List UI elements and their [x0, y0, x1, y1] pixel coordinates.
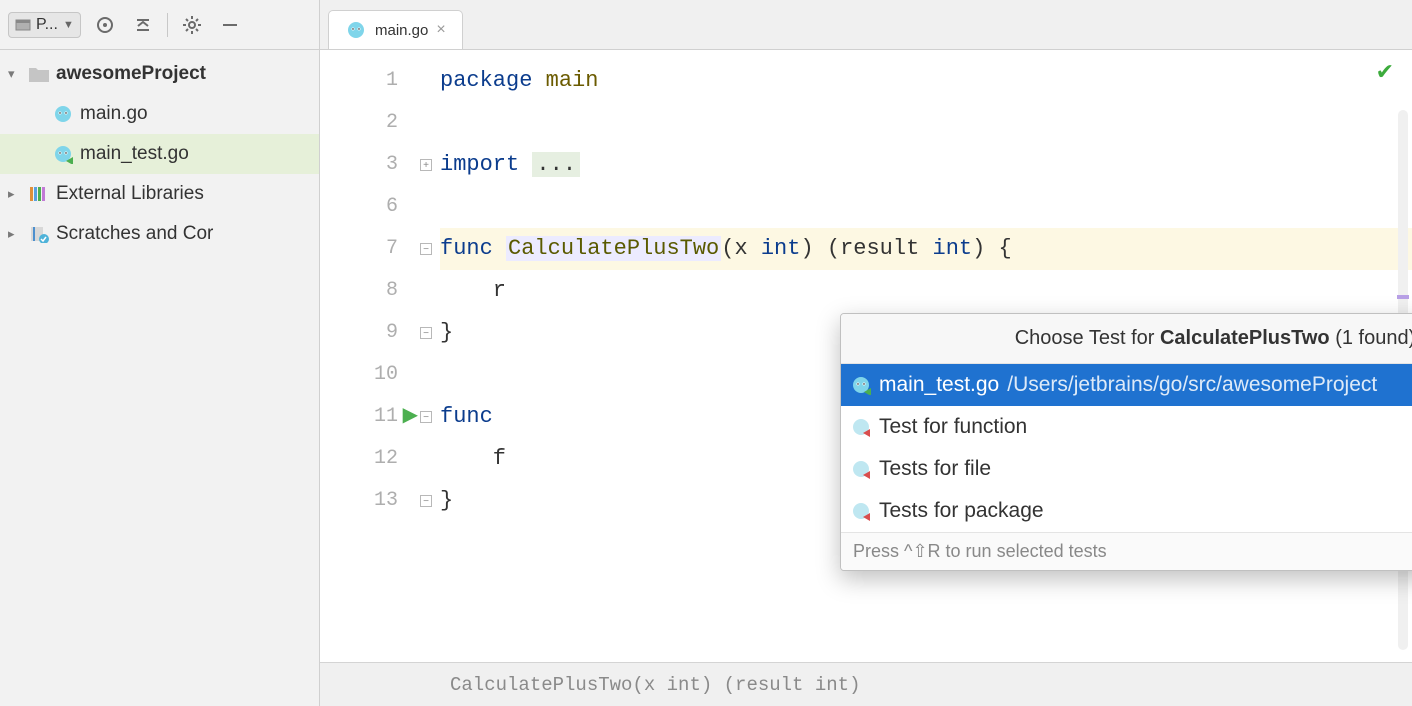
popup-item-path: /Users/jetbrains/go/src/awesomeProject	[1007, 373, 1377, 397]
go-test-icon	[851, 501, 871, 521]
go-file-icon	[52, 103, 74, 125]
go-test-icon	[851, 459, 871, 479]
run-icon[interactable]: ▶	[403, 396, 418, 438]
project-icon	[15, 17, 31, 33]
tree-file-label: main_test.go	[80, 143, 189, 165]
tree-label: Scratches and Cor	[56, 223, 213, 245]
fold-column: + − − − −	[420, 50, 440, 662]
popup-hint: Press ^⇧R to run selected tests	[841, 532, 1412, 570]
popup-item[interactable]: Tests for package	[841, 490, 1412, 532]
popup-title-prefix: Choose Test for	[1015, 327, 1160, 349]
gutter-line[interactable]: 2	[320, 102, 420, 144]
code-line	[440, 102, 1412, 144]
code-line	[440, 186, 1412, 228]
gear-icon	[182, 15, 202, 35]
popup-item-label: main_test.go	[879, 373, 999, 397]
close-icon[interactable]: ×	[436, 21, 445, 39]
target-icon	[95, 15, 115, 35]
gutter-line[interactable]: 9	[320, 312, 420, 354]
go-test-icon	[851, 417, 871, 437]
go-test-icon	[851, 375, 871, 395]
choose-test-popup: Choose Test for CalculatePlusTwo (1 foun…	[840, 313, 1412, 571]
analysis-ok-icon[interactable]: ✔	[1376, 60, 1394, 86]
code-line: r	[440, 270, 1412, 312]
tree-root[interactable]: ▾ awesomeProject	[0, 54, 319, 94]
tab-label: main.go	[375, 22, 428, 39]
gutter-line[interactable]: 10	[320, 354, 420, 396]
code-line: package main	[440, 60, 1412, 102]
project-view-select[interactable]: P... ▼	[8, 12, 81, 38]
popup-title-strong: CalculatePlusTwo	[1160, 327, 1330, 349]
ide-root: P... ▼ ▾ awesomeProject	[0, 0, 1412, 706]
editor-area: main.go × 1 2 3 6 7 8 9 10 11 ▶ 12 13	[320, 0, 1412, 706]
code-line: import ...	[440, 144, 1412, 186]
scratches-icon	[28, 223, 50, 245]
chevron-right-icon: ▸	[8, 226, 22, 242]
minimize-icon	[221, 16, 239, 34]
settings-button[interactable]	[178, 11, 206, 39]
fold-collapse-icon[interactable]: −	[420, 327, 432, 339]
chevron-right-icon: ▸	[8, 186, 22, 202]
project-select-label: P...	[36, 16, 58, 34]
fold-collapse-icon[interactable]: −	[420, 495, 432, 507]
popup-title-suffix: (1 found)	[1330, 327, 1412, 349]
breadcrumb-bar: CalculatePlusTwo(x int) (result int)	[320, 662, 1412, 706]
popup-item[interactable]: Tests for file	[841, 448, 1412, 490]
fold-collapse-icon[interactable]: −	[420, 411, 432, 423]
gutter-line[interactable]: 8	[320, 270, 420, 312]
tree-file-selected[interactable]: main_test.go	[0, 134, 319, 174]
popup-item-label: Test for function	[879, 415, 1027, 439]
tree-root-label: awesomeProject	[56, 63, 206, 85]
code-line: func CalculatePlusTwo(x int) (result int…	[440, 228, 1412, 270]
popup-item[interactable]: Test for function	[841, 406, 1412, 448]
popup-title: Choose Test for CalculatePlusTwo (1 foun…	[841, 314, 1412, 364]
collapse-all-button[interactable]	[129, 11, 157, 39]
tree-label: External Libraries	[56, 183, 204, 205]
tree-file-label: main.go	[80, 103, 148, 125]
library-icon	[28, 183, 50, 205]
collapse-icon	[134, 16, 152, 34]
tab-main-go[interactable]: main.go ×	[328, 10, 463, 49]
fold-collapse-icon[interactable]: −	[420, 243, 432, 255]
locate-button[interactable]	[91, 11, 119, 39]
fold-expand-icon[interactable]: +	[420, 159, 432, 171]
tree-external-libraries[interactable]: ▸ External Libraries	[0, 174, 319, 214]
chevron-down-icon: ▾	[8, 66, 22, 82]
sidebar-toolbar: P... ▼	[0, 0, 319, 50]
gutter-line[interactable]: 6	[320, 186, 420, 228]
go-test-file-icon	[52, 143, 74, 165]
scrollbar-marker	[1397, 295, 1409, 299]
popup-item-label: Tests for package	[879, 499, 1044, 523]
popup-item-selected[interactable]: main_test.go /Users/jetbrains/go/src/awe…	[841, 364, 1412, 406]
folder-icon	[28, 63, 50, 85]
gutter-line[interactable]: 1	[320, 60, 420, 102]
popup-item-label: Tests for file	[879, 457, 991, 481]
editor-tabs: main.go ×	[320, 0, 1412, 50]
project-tree: ▾ awesomeProject main.go main_test.go ▸	[0, 50, 319, 254]
gutter-line[interactable]: 13	[320, 480, 420, 522]
separator	[167, 13, 168, 37]
gutter-line[interactable]: 12	[320, 438, 420, 480]
gutter-line[interactable]: 7	[320, 228, 420, 270]
breadcrumb[interactable]: CalculatePlusTwo(x int) (result int)	[450, 674, 860, 696]
project-sidebar: P... ▼ ▾ awesomeProject	[0, 0, 320, 706]
chevron-down-icon: ▼	[63, 19, 74, 31]
tree-file[interactable]: main.go	[0, 94, 319, 134]
gutter-line[interactable]: 3	[320, 144, 420, 186]
hide-sidebar-button[interactable]	[216, 11, 244, 39]
gutter-line[interactable]: 11 ▶	[320, 396, 420, 438]
go-file-icon	[345, 19, 367, 41]
editor-body: 1 2 3 6 7 8 9 10 11 ▶ 12 13 + −	[320, 50, 1412, 662]
tree-scratches[interactable]: ▸ Scratches and Cor	[0, 214, 319, 254]
line-gutter: 1 2 3 6 7 8 9 10 11 ▶ 12 13	[320, 50, 420, 662]
